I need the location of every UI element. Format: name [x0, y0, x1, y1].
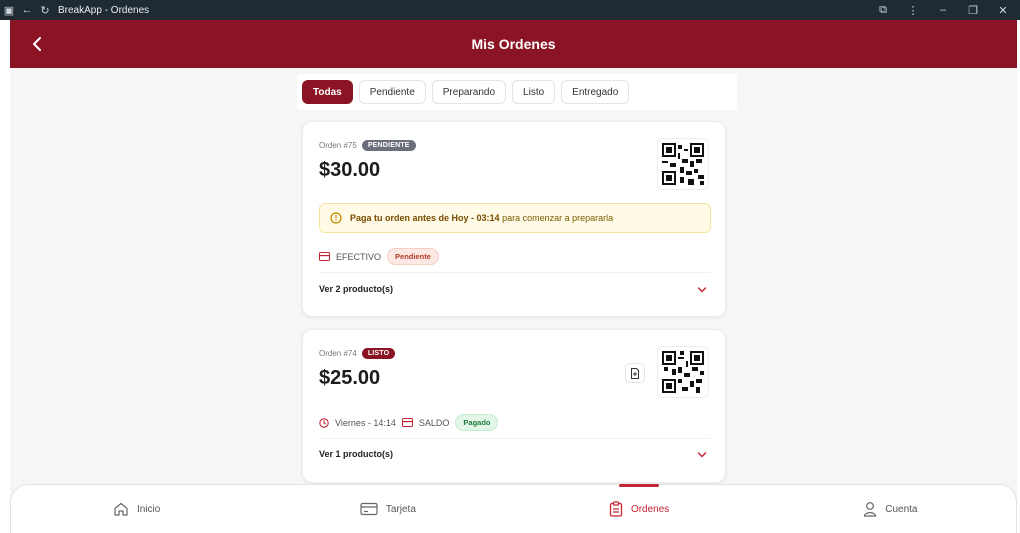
nav-ordenes[interactable]: Ordenes: [514, 484, 765, 533]
qr-code[interactable]: [657, 138, 709, 190]
clock-icon: [319, 417, 329, 428]
receipt-icon: [631, 367, 639, 379]
view-products-link[interactable]: Ver 2 producto(s): [319, 284, 393, 294]
minimize-icon[interactable]: –: [934, 4, 952, 17]
divider: [319, 272, 711, 273]
warning-circle-icon: [330, 212, 342, 224]
back-chevron-icon[interactable]: [28, 34, 48, 54]
order-amount: $30.00: [319, 159, 381, 181]
clipboard-icon: [609, 501, 623, 517]
nav-label: Ordenes: [630, 503, 670, 515]
tab-entregado[interactable]: Entregado: [561, 80, 630, 104]
nav-tarjeta[interactable]: Tarjeta: [262, 485, 513, 533]
menu-icon[interactable]: ⋮: [904, 4, 922, 17]
order-number: Orden #75: [319, 141, 357, 150]
order-time: Viernes - 14:14: [335, 417, 396, 428]
alert-text: Paga tu orden antes de Hoy - 03:14 para …: [350, 213, 613, 223]
order-header: Orden #75 PENDIENTE: [319, 140, 416, 151]
status-badge: PENDIENTE: [361, 140, 416, 151]
credit-card-icon: [319, 252, 330, 261]
qr-code-icon: [662, 351, 704, 393]
tab-preparando[interactable]: Preparando: [431, 80, 507, 104]
window-title: BreakApp - Ordenes: [58, 4, 150, 16]
receipt-button[interactable]: [625, 363, 645, 383]
payment-status-badge: Pendiente: [387, 248, 439, 265]
payment-info: EFECTIVO Pendiente: [319, 248, 439, 265]
nav-label: Cuenta: [885, 503, 918, 515]
payment-status-badge: Pagado: [455, 414, 499, 431]
status-filter-tabs: Todas Pendiente Preparando Listo Entrega…: [297, 74, 737, 110]
page-title: Mis Ordenes: [471, 36, 556, 52]
qr-code[interactable]: [657, 346, 709, 398]
credit-card-icon: [401, 418, 413, 427]
alert-rest: para comenzar a prepararla: [502, 213, 614, 223]
status-badge: LISTO: [361, 348, 396, 359]
tab-pendiente[interactable]: Pendiente: [358, 80, 426, 104]
chevron-down-icon[interactable]: [697, 285, 707, 295]
user-icon: [864, 502, 877, 517]
order-details: Viernes - 14:14 SALDO Pagado: [319, 414, 499, 431]
order-amount: $25.00: [319, 367, 381, 389]
app-icon: ▣: [3, 4, 15, 17]
payment-method: EFECTIVO: [336, 251, 382, 262]
home-icon: [114, 502, 128, 516]
reload-icon[interactable]: ↻: [36, 4, 54, 17]
payment-method: SALDO: [418, 417, 450, 428]
restore-icon[interactable]: ❐: [964, 4, 982, 17]
payment-deadline-alert: Paga tu orden antes de Hoy - 03:14 para …: [319, 203, 711, 233]
divider: [319, 438, 711, 439]
qr-code-icon: [662, 143, 704, 185]
order-card: Orden #74 LISTO $25.00 Viernes - 14:14 S…: [302, 329, 726, 483]
tab-todas[interactable]: Todas: [302, 80, 353, 104]
nav-inicio[interactable]: Inicio: [11, 485, 262, 533]
nav-label: Inicio: [136, 503, 161, 515]
nav-cuenta[interactable]: Cuenta: [765, 485, 1016, 533]
order-header: Orden #74 LISTO: [319, 348, 396, 359]
nav-label: Tarjeta: [385, 503, 416, 515]
alert-deadline: Paga tu orden antes de Hoy - 03:14: [350, 213, 500, 223]
app-header: Mis Ordenes: [10, 20, 1017, 68]
back-arrow-icon[interactable]: ←: [18, 4, 36, 16]
active-indicator: [619, 484, 660, 487]
view-products-link[interactable]: Ver 1 producto(s): [319, 449, 393, 459]
bottom-navigation: Inicio Tarjeta Ordenes Cuenta: [10, 484, 1017, 533]
card-icon: [360, 502, 378, 516]
close-icon[interactable]: ✕: [994, 4, 1012, 17]
order-card: Orden #75 PENDIENTE $30.00 Paga tu orden…: [302, 121, 726, 317]
browser-titlebar: ▣ ← ↻ BreakApp - Ordenes ⧉ ⋮ – ❐ ✕: [0, 0, 1020, 20]
chevron-down-icon[interactable]: [697, 450, 707, 460]
main-content: Todas Pendiente Preparando Listo Entrega…: [10, 68, 1017, 533]
extensions-icon[interactable]: ⧉: [874, 4, 892, 17]
tab-listo[interactable]: Listo: [512, 80, 556, 104]
order-number: Orden #74: [319, 349, 357, 358]
